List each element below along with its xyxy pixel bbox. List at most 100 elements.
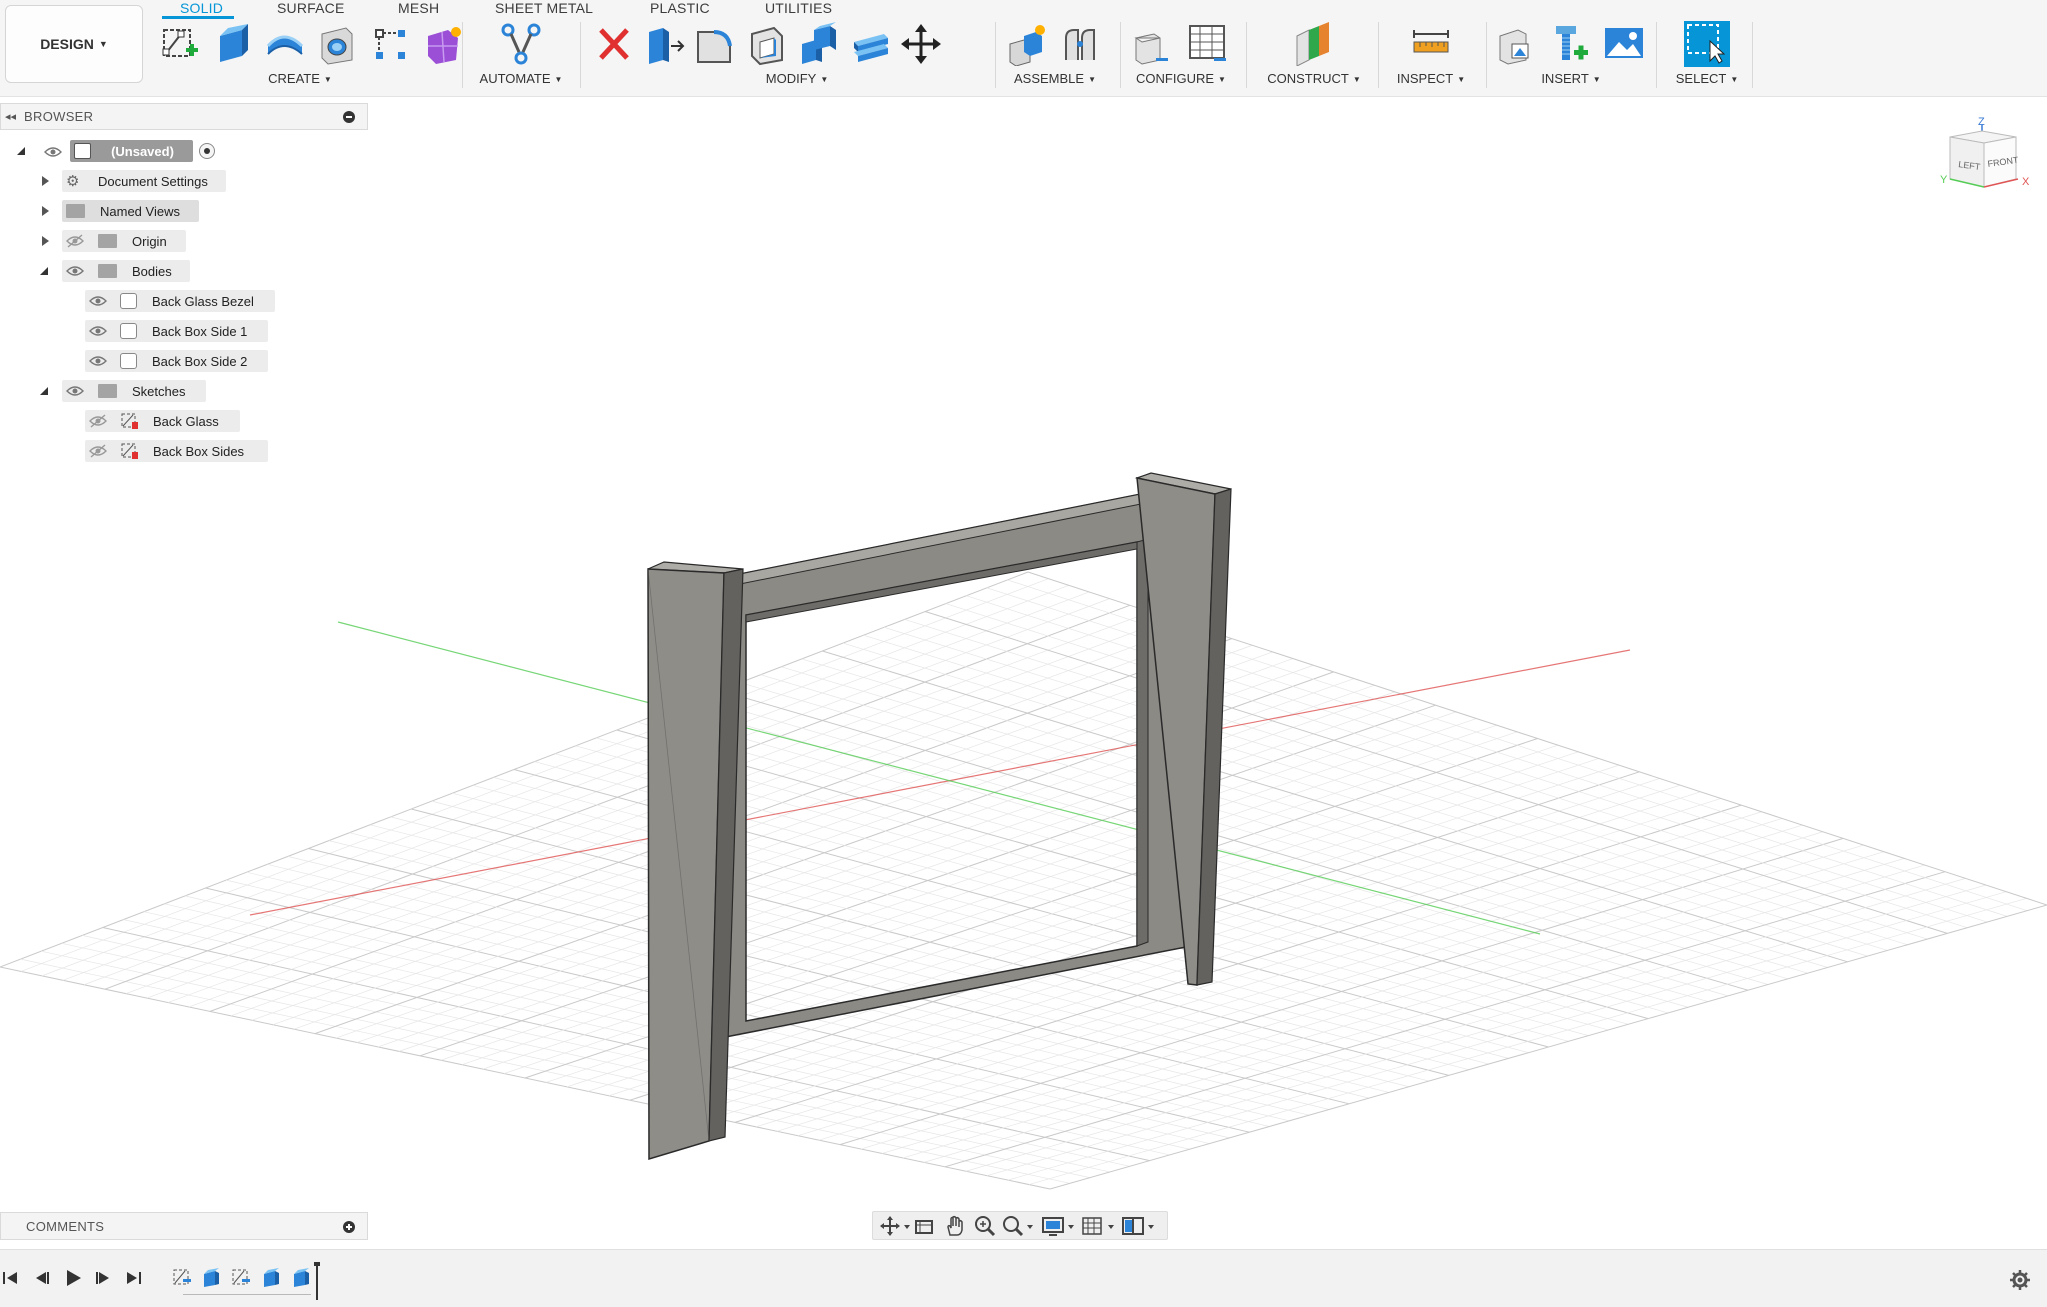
- press-pull-icon[interactable]: [643, 22, 685, 66]
- chevron-down-icon: ▼: [554, 75, 563, 84]
- expand-toggle[interactable]: [38, 234, 52, 248]
- tab-plastic[interactable]: PLASTIC: [650, 0, 710, 16]
- go-to-end-icon[interactable]: [122, 1267, 144, 1289]
- tab-utilities[interactable]: UTILITIES: [765, 0, 832, 16]
- orbit-icon[interactable]: [879, 1215, 911, 1237]
- expand-toggle[interactable]: [15, 144, 29, 158]
- toolbar-divider: [1246, 22, 1247, 88]
- move-icon[interactable]: [900, 22, 942, 66]
- insert-menu[interactable]: INSERT ▼: [1541, 71, 1600, 86]
- expand-toggle[interactable]: [38, 264, 52, 278]
- configure-menu[interactable]: CONFIGURE ▼: [1136, 71, 1226, 86]
- look-at-icon[interactable]: [913, 1215, 935, 1237]
- combine-icon[interactable]: [798, 22, 840, 66]
- expand-toggle[interactable]: [38, 204, 52, 218]
- go-to-start-icon[interactable]: [0, 1267, 22, 1289]
- add-comment-icon[interactable]: [343, 1221, 355, 1233]
- timeline-marker[interactable]: [314, 1262, 320, 1300]
- select-menu[interactable]: SELECT ▼: [1676, 71, 1739, 86]
- browser-title: BROWSER: [24, 109, 94, 124]
- activate-radio[interactable]: [199, 143, 215, 159]
- tab-sheet-metal[interactable]: SHEET METAL: [495, 0, 593, 16]
- timeline-extrude-icon[interactable]: [200, 1267, 222, 1289]
- select-icon[interactable]: [1684, 21, 1730, 67]
- back-box-side-1-body[interactable]: [647, 561, 744, 1161]
- fillet-icon[interactable]: [694, 22, 736, 66]
- timeline-sketch-icon[interactable]: [171, 1267, 193, 1289]
- tree-item-sketches[interactable]: Sketches: [62, 380, 206, 402]
- insert-mcmaster-icon[interactable]: [1550, 22, 1592, 66]
- shell-icon[interactable]: [746, 22, 788, 66]
- pattern-icon[interactable]: [370, 22, 412, 66]
- new-component-icon[interactable]: [1006, 22, 1048, 66]
- insert-derive-icon[interactable]: [1496, 22, 1538, 66]
- create-sketch-icon[interactable]: [159, 22, 201, 66]
- sketch-icon: [120, 412, 139, 430]
- extrude-icon[interactable]: [212, 22, 254, 66]
- expand-toggle[interactable]: [38, 384, 52, 398]
- form-icon[interactable]: [422, 22, 464, 66]
- tree-item-back-box-sides-sketch[interactable]: Back Box Sides: [85, 440, 268, 462]
- construct-menu[interactable]: CONSTRUCT ▼: [1267, 71, 1361, 86]
- assemble-menu[interactable]: ASSEMBLE ▼: [1014, 71, 1096, 86]
- expand-toggle[interactable]: [38, 174, 52, 188]
- viewports-icon[interactable]: [1121, 1215, 1157, 1237]
- tree-item-back-box-side-1[interactable]: Back Box Side 1: [85, 320, 268, 342]
- automate-menu[interactable]: AUTOMATE ▼: [480, 71, 563, 86]
- measure-icon[interactable]: [1410, 22, 1452, 66]
- 3d-viewport[interactable]: [0, 97, 2047, 1212]
- joint-icon[interactable]: [1060, 22, 1102, 66]
- collapse-panel-icon[interactable]: ◂◂: [5, 110, 16, 123]
- configure-model-icon[interactable]: [1130, 22, 1172, 66]
- minimize-icon[interactable]: [343, 111, 355, 123]
- configuration-table-icon[interactable]: [1186, 22, 1228, 66]
- viewcube[interactable]: Z LEFT FRONT X Y: [1938, 115, 2038, 205]
- toolbar-divider: [1378, 22, 1379, 88]
- eye-icon: [66, 264, 86, 278]
- toolbar-divider: [1486, 22, 1487, 88]
- navigation-bar: [872, 1211, 1168, 1240]
- tree-item-bodies[interactable]: Bodies: [62, 260, 190, 282]
- grid-settings-icon[interactable]: [1081, 1215, 1117, 1237]
- delete-icon[interactable]: [593, 22, 635, 66]
- tree-item-back-glass-sketch[interactable]: Back Glass: [85, 410, 240, 432]
- chevron-down-icon: ▼: [820, 75, 829, 84]
- step-forward-icon[interactable]: [92, 1267, 114, 1289]
- insert-canvas-icon[interactable]: [1603, 22, 1645, 66]
- pan-hand-icon[interactable]: [944, 1215, 966, 1237]
- tab-mesh[interactable]: MESH: [398, 0, 439, 16]
- tree-item-document-settings[interactable]: ⚙ Document Settings: [62, 170, 226, 192]
- tree-item-label: Back Box Side 2: [152, 353, 248, 369]
- display-settings-icon[interactable]: [1041, 1215, 1077, 1237]
- inspect-menu[interactable]: INSPECT ▼: [1397, 71, 1465, 86]
- offset-plane-icon[interactable]: [1293, 22, 1335, 66]
- tab-surface[interactable]: SURFACE: [277, 0, 345, 16]
- tree-item-back-glass-bezel[interactable]: Back Glass Bezel: [85, 290, 275, 312]
- timeline-sketch-icon[interactable]: [230, 1267, 252, 1289]
- hole-icon[interactable]: [316, 22, 358, 66]
- configure-label: CONFIGURE: [1136, 71, 1215, 86]
- grid-line: [596, 737, 1629, 1025]
- tree-item-back-box-side-2[interactable]: Back Box Side 2: [85, 350, 268, 372]
- tree-item-named-views[interactable]: Named Views: [62, 200, 199, 222]
- timeline-extrude-icon[interactable]: [260, 1267, 282, 1289]
- tree-item-label: Back Glass: [153, 413, 219, 429]
- eye-icon[interactable]: [44, 145, 62, 159]
- tree-item-origin[interactable]: Origin: [62, 230, 186, 252]
- comments-panel-header: COMMENTS: [0, 1212, 368, 1240]
- chevron-down-icon: ▼: [1088, 75, 1097, 84]
- timeline-extrude-icon[interactable]: [290, 1267, 312, 1289]
- revolve-icon[interactable]: [264, 22, 306, 66]
- create-menu[interactable]: CREATE ▼: [268, 71, 332, 86]
- gear-icon[interactable]: [2009, 1269, 2031, 1291]
- workspace-switcher[interactable]: DESIGN ▼: [5, 5, 143, 83]
- automate-icon[interactable]: [500, 22, 542, 66]
- tab-solid[interactable]: SOLID: [180, 0, 223, 16]
- root-component[interactable]: (Unsaved): [70, 140, 193, 162]
- scale-icon[interactable]: [850, 22, 892, 66]
- step-back-icon[interactable]: [31, 1267, 53, 1289]
- zoom-window-icon[interactable]: [1001, 1215, 1035, 1237]
- zoom-icon[interactable]: [973, 1215, 997, 1237]
- modify-menu[interactable]: MODIFY ▼: [766, 71, 828, 86]
- play-icon[interactable]: [62, 1267, 84, 1289]
